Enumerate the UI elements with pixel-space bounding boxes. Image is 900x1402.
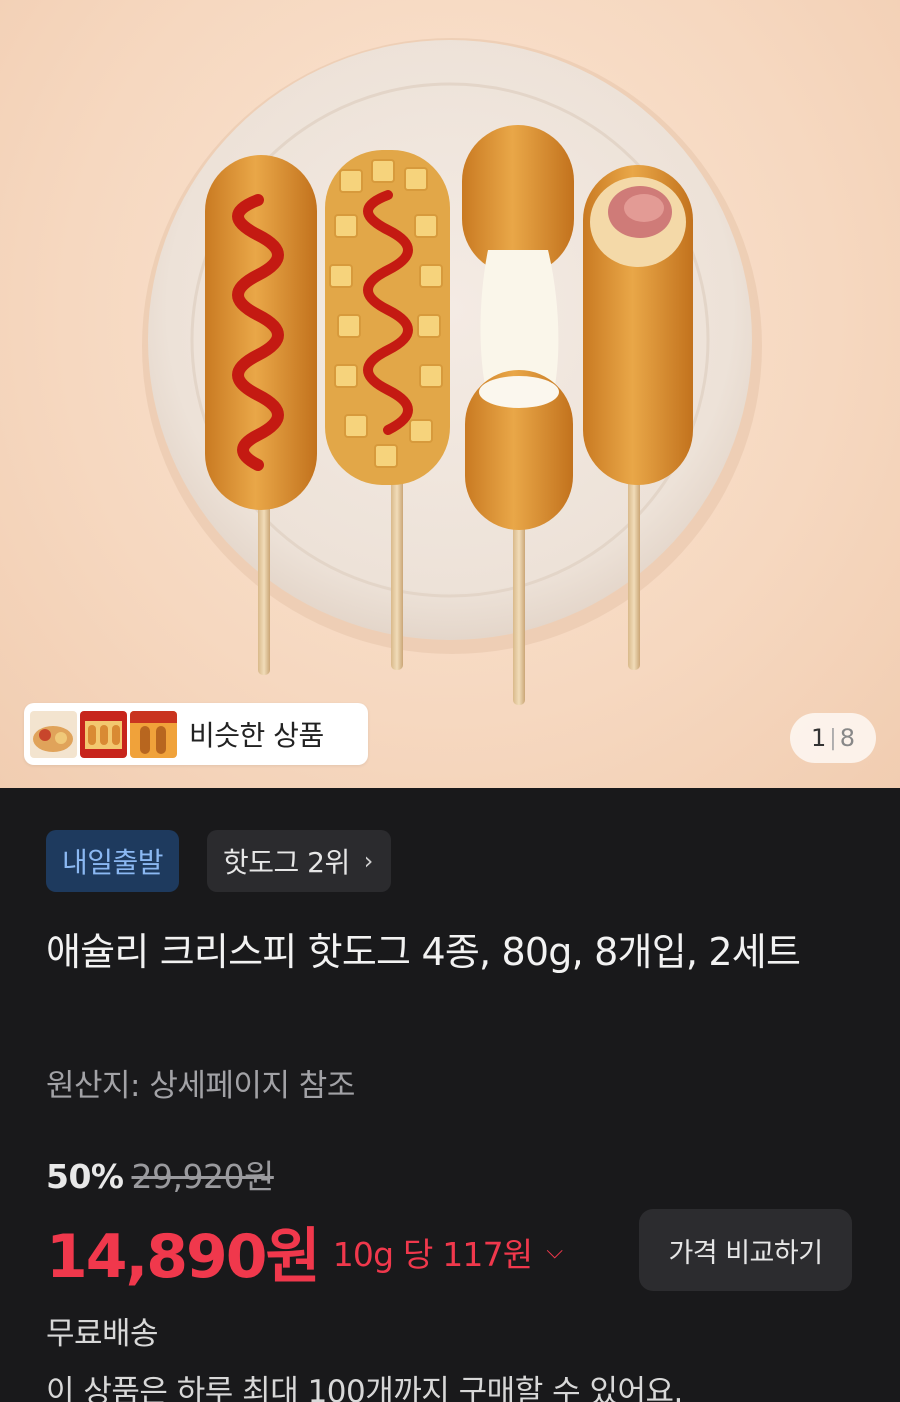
category-rank-link[interactable]: 핫도그 2위 › bbox=[207, 830, 391, 892]
similar-thumb-1 bbox=[30, 710, 77, 758]
discount-rate: 50% bbox=[46, 1157, 124, 1196]
counter-divider: | bbox=[829, 725, 837, 751]
chevron-down-icon[interactable]: ⌵ bbox=[546, 1239, 563, 1264]
original-price: 29,920원 bbox=[131, 1157, 275, 1196]
image-total: 8 bbox=[839, 724, 855, 752]
similar-thumb-2 bbox=[80, 710, 127, 758]
discount-row: 50% 29,920원 bbox=[46, 1150, 274, 1198]
product-photo bbox=[142, 38, 762, 705]
similar-products-label: 비슷한 상품 bbox=[189, 719, 324, 752]
chevron-right-icon: › bbox=[363, 847, 374, 875]
image-counter: 1 | 8 bbox=[790, 713, 876, 763]
unit-price[interactable]: 10g 당 117원 bbox=[333, 1228, 533, 1276]
similar-thumb-3 bbox=[130, 710, 177, 758]
product-origin: 원산지: 상세페이지 참조 bbox=[46, 1068, 355, 1104]
shipping-label: 무료배송 bbox=[46, 1316, 159, 1352]
similar-products-button[interactable]: 비슷한 상품 bbox=[24, 703, 368, 765]
sale-price: 14,890원 bbox=[46, 1222, 321, 1292]
delivery-badge: 내일출발 bbox=[46, 830, 180, 892]
product-info-panel: 내일출발 핫도그 2위 › 애슐리 크리스피 핫도그 4종, 80g, 8개입,… bbox=[0, 788, 900, 1402]
price-row: 14,890원 10g 당 117원 ⌵ bbox=[46, 1208, 563, 1295]
purchase-limit-notice: 이 상품은 하루 최대 100개까지 구매할 수 있어요. bbox=[46, 1374, 683, 1402]
product-image-carousel[interactable]: 비슷한 상품 1 | 8 bbox=[0, 0, 900, 788]
category-rank-label: 핫도그 2위 bbox=[223, 846, 350, 879]
product-title: 애슐리 크리스피 핫도그 4종, 80g, 8개입, 2세트 bbox=[46, 930, 801, 974]
price-compare-button[interactable]: 가격 비교하기 bbox=[639, 1209, 852, 1291]
image-index: 1 bbox=[811, 724, 827, 752]
